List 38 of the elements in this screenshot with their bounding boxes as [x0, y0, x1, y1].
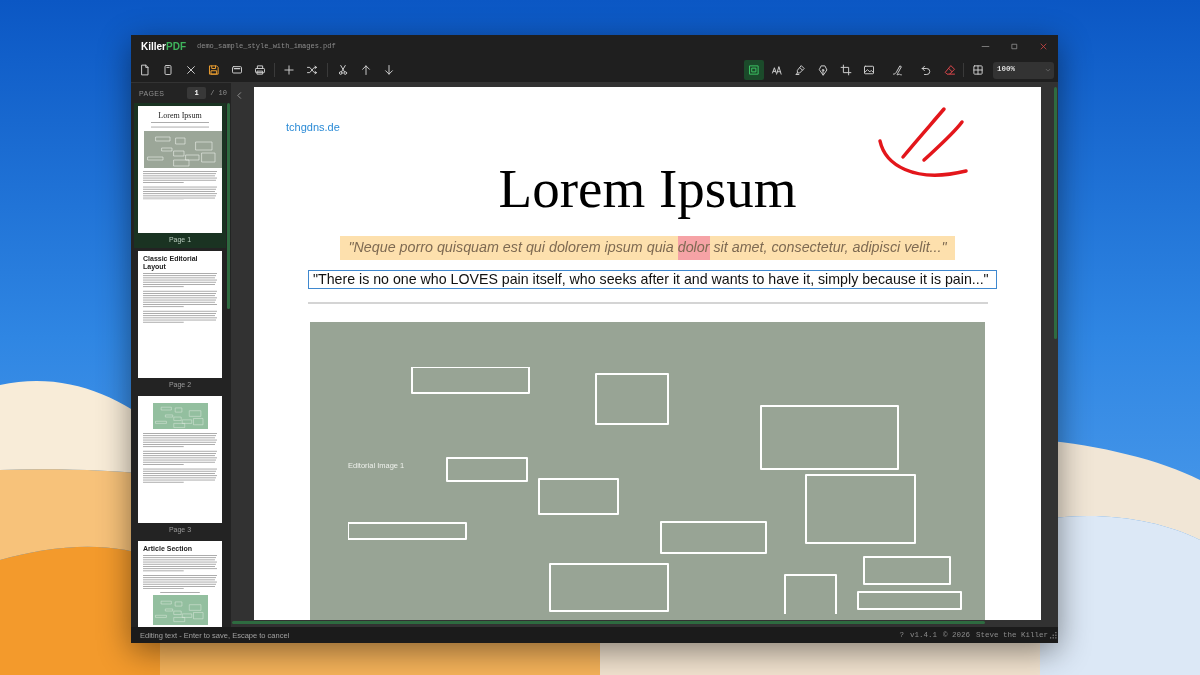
image-icon [863, 64, 875, 76]
monitor-icon [231, 64, 243, 76]
arrow-up-icon [360, 64, 372, 76]
highlighted-quote: "Neque porro quisquam est qui dolorem ipsum quia dolor sit amet, consectetur, adipisci velit..." [340, 236, 955, 260]
undo-icon [920, 64, 932, 76]
print-icon [254, 64, 266, 76]
text-size-icon [771, 64, 783, 76]
thumbnail-image [153, 595, 208, 625]
crop-icon [840, 64, 852, 76]
scrollbar[interactable] [1054, 87, 1057, 339]
select-area-icon [748, 64, 760, 76]
new-file-icon [139, 64, 151, 76]
scissors-icon [337, 64, 349, 76]
text-lines-drawing [160, 592, 200, 593]
website-link[interactable]: tchgdns.de [286, 121, 340, 134]
scrollbar[interactable] [232, 621, 985, 624]
arrow-down-icon [383, 64, 395, 76]
page-icon [162, 64, 174, 76]
pen-nib-icon [817, 64, 829, 76]
grid-icon [972, 64, 984, 76]
highlighter-icon [794, 64, 806, 76]
chevron-down-icon [1045, 67, 1051, 73]
signature-icon [892, 64, 904, 76]
plus-icon [283, 64, 295, 76]
thumbnail-image [152, 403, 208, 429]
select-tool-button[interactable] [744, 60, 764, 80]
close-icon [1039, 42, 1048, 51]
thumbnail-heading: Lorem Ipsum [158, 111, 202, 120]
chevron-left-icon [234, 90, 244, 100]
text-edit-field[interactable]: "There is no one who LOVES pain itself, who seeks after it and wants to have it, simply because it is pain..." [308, 270, 997, 289]
app-logo: KillerPDF [141, 40, 186, 53]
maximize-icon [1010, 42, 1019, 51]
scrollbar[interactable] [227, 103, 230, 309]
text-lines-drawing [151, 122, 209, 128]
shuffle-icon [306, 64, 318, 76]
resize-grip-icon [1050, 631, 1057, 639]
close-icon [185, 64, 197, 76]
eraser-icon [944, 64, 956, 76]
